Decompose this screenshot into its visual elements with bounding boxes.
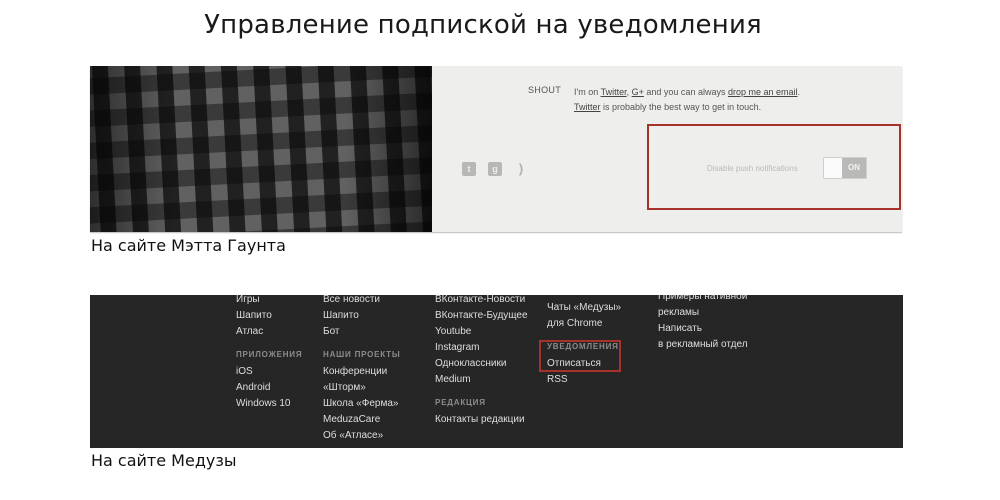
footer-link[interactable]: Android [236, 380, 302, 396]
footer-link[interactable]: Шапито [323, 308, 401, 324]
footer-link[interactable]: Об «Атласе» [323, 428, 401, 444]
caption-matt-gaunt: На сайте Мэтта Гаунта [91, 236, 286, 255]
footer-column-5: Примеры нативной рекламы Написать в рекл… [658, 295, 748, 353]
footer-heading: РЕДАКЦИЯ [435, 398, 486, 407]
slide-title: Управление подпиской на уведомления [204, 10, 762, 40]
screenshot-matt-gaunt: SHOUT I'm on Twitter, G+ and you can alw… [90, 66, 902, 232]
rss-icon[interactable]: ) [514, 162, 528, 176]
footer-link[interactable]: Instagram [435, 340, 528, 356]
footer-link[interactable]: Школа «Ферма» [323, 396, 401, 412]
gplus-link[interactable]: G+ [632, 87, 644, 97]
footer-link[interactable]: Атлас [236, 324, 302, 340]
footer-link[interactable]: ВКонтакте-Новости [435, 295, 528, 308]
footer-link[interactable]: «Шторм» [323, 380, 401, 396]
footer-link[interactable]: Бот [323, 324, 401, 340]
caption-meduza: На сайте Медузы [91, 451, 237, 470]
footer-link[interactable]: MeduzaCare [323, 412, 401, 428]
footer-column-3: ВКонтакте-Новости ВКонтакте-Будущее Yout… [435, 295, 528, 428]
author-photo [90, 66, 432, 232]
footer-link[interactable]: рекламы [658, 305, 748, 321]
footer-link[interactable]: в рекламный отдел [658, 337, 748, 353]
footer-column-2: Все новости Шапито Бот НАШИ ПРОЕКТЫ Конф… [323, 295, 401, 444]
social-icons: t g ) [462, 162, 528, 176]
footer-link[interactable]: Конференции [323, 364, 401, 380]
footer-link[interactable]: Все новости [323, 295, 401, 308]
footer-link[interactable]: Одноклассники [435, 356, 528, 372]
shout-text: I'm on Twitter, G+ and you can always dr… [574, 85, 874, 115]
footer-link[interactable]: Youtube [435, 324, 528, 340]
highlight-box [647, 124, 901, 210]
twitter-icon[interactable]: t [462, 162, 476, 176]
shout-line-1: I'm on Twitter, G+ and you can always dr… [574, 87, 801, 97]
footer-heading: ПРИЛОЖЕНИЯ [236, 350, 303, 359]
footer-link[interactable]: Чаты «Медузы» [547, 300, 621, 316]
footer-heading: НАШИ ПРОЕКТЫ [323, 350, 401, 359]
footer-link[interactable]: Windows 10 [236, 396, 302, 412]
footer-link[interactable]: iOS [236, 364, 302, 380]
shout-label: SHOUT [528, 85, 561, 95]
footer-column-1: Игры Шапито Атлас ПРИЛОЖЕНИЯ iOS Android… [236, 295, 302, 412]
google-plus-icon[interactable]: g [488, 162, 502, 176]
twitter-link[interactable]: Twitter [601, 87, 627, 97]
twitter-link-2[interactable]: Twitter [574, 102, 601, 112]
email-link[interactable]: drop me an email [728, 87, 798, 97]
footer-link[interactable]: ВКонтакте-Будущее [435, 308, 528, 324]
footer-link[interactable]: Написать [658, 321, 748, 337]
footer-link[interactable]: для Chrome [547, 316, 621, 332]
footer-link[interactable]: Шапито [236, 308, 302, 324]
shout-line-2: Twitter is probably the best way to get … [574, 102, 762, 112]
footer-link[interactable]: Игры [236, 295, 302, 308]
rss-link[interactable]: RSS [547, 372, 621, 388]
footer-link[interactable]: Medium [435, 372, 528, 388]
highlight-box [539, 340, 621, 372]
screenshot-meduza-footer: Игры Шапито Атлас ПРИЛОЖЕНИЯ iOS Android… [90, 295, 903, 448]
footer-link[interactable]: Примеры нативной [658, 295, 748, 305]
footer-link[interactable]: Контакты редакции [435, 412, 528, 428]
